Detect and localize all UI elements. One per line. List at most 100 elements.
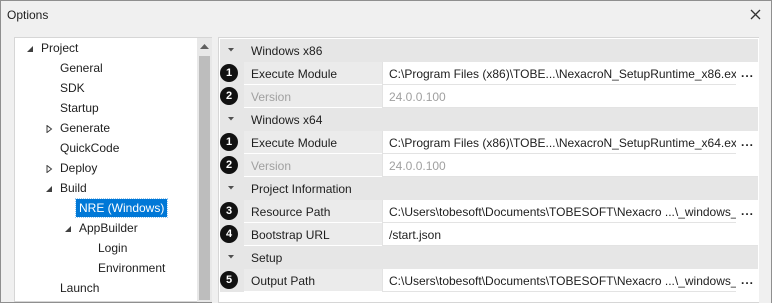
- collapse-arrow-icon[interactable]: [227, 254, 235, 260]
- property-value-text: C:\Users\tobesoft\Documents\TOBESOFT\Nex…: [389, 274, 738, 288]
- options-tree: Project General SDK Startup Generate QuickCod…: [14, 37, 212, 302]
- property-row[interactable]: Version 24.0.0.100: [220, 154, 758, 177]
- property-value[interactable]: C:\Users\tobesoft\Documents\TOBESOFT\Nex…: [382, 269, 758, 292]
- property-name: Execute Module: [244, 62, 382, 85]
- property-row[interactable]: Execute Module C:\Program Files (x86)\TOB…: [220, 62, 758, 85]
- browse-button[interactable]: ...: [736, 200, 758, 223]
- property-value-text: C:\Program Files (x86)\TOBE...\NexacroN_…: [389, 67, 744, 81]
- scroll-up-button[interactable]: [197, 38, 212, 54]
- property-row[interactable]: Execute Module C:\Program Files (x86)\TOB…: [220, 131, 758, 154]
- tree-item-label: NRE (Windows): [74, 198, 169, 218]
- tree-item[interactable]: NRE (Windows): [15, 198, 195, 218]
- callout-number-badge: 2: [220, 87, 238, 105]
- tree-item-label: Project: [41, 41, 79, 55]
- property-group-header[interactable]: Project Information: [220, 177, 758, 200]
- property-grid-scrollbar[interactable]: [759, 37, 771, 303]
- property-row[interactable]: Output Path C:\Users\tobesoft\Documents\T…: [220, 269, 758, 292]
- collapsed-arrow-icon[interactable]: [44, 159, 54, 177]
- window-title: Options: [7, 8, 49, 22]
- tree-item[interactable]: Startup: [15, 99, 195, 117]
- property-name-text: Output Path: [251, 274, 316, 288]
- expanded-arrow-icon[interactable]: [25, 39, 35, 57]
- callout-number-badge: 2: [220, 156, 238, 174]
- scrollbar-thumb[interactable]: [199, 56, 210, 300]
- callout-number-badge: 1: [220, 133, 238, 151]
- property-row[interactable]: Version 24.0.0.100: [220, 85, 758, 108]
- property-name-text: Version: [251, 90, 292, 104]
- tree-item[interactable]: Launch: [15, 279, 195, 297]
- tree-item-label: Environment: [98, 261, 166, 275]
- property-group-label: Setup: [251, 251, 283, 265]
- tree-item-label: SDK: [60, 81, 85, 95]
- tree-item-label: General: [60, 61, 103, 75]
- browse-button[interactable]: ...: [736, 269, 758, 292]
- browse-button-label: ...: [741, 204, 755, 218]
- property-group-label: Windows x86: [251, 44, 323, 58]
- tree-item-label: QuickCode: [60, 141, 120, 155]
- property-name-text: Execute Module: [251, 136, 338, 150]
- property-value[interactable]: C:\Users\tobesoft\Documents\TOBESOFT\Nex…: [382, 200, 758, 223]
- property-name: Execute Module: [244, 131, 382, 154]
- browse-button-label: ...: [741, 66, 755, 80]
- property-value: 24.0.0.100: [382, 154, 758, 177]
- callout-number-badge: 1: [220, 64, 238, 82]
- close-button[interactable]: [745, 4, 767, 26]
- tree-item-label: Login: [98, 241, 128, 255]
- tree-item[interactable]: Build: [15, 179, 195, 197]
- property-row[interactable]: Resource Path C:\Users\tobesoft\Documents…: [220, 200, 758, 223]
- property-group-header[interactable]: Windows x86: [220, 39, 758, 62]
- callout-number-badge: 5: [220, 271, 238, 289]
- tree-item-label: Launch: [60, 281, 100, 295]
- tree-item[interactable]: QuickCode: [15, 139, 195, 157]
- property-group-header[interactable]: Setup: [220, 246, 758, 269]
- property-name-text: Bootstrap URL: [251, 228, 330, 242]
- tree-item[interactable]: AppBuilder: [15, 219, 195, 237]
- property-value-text: C:\Users\tobesoft\Documents\TOBESOFT\Nex…: [389, 205, 738, 219]
- property-value[interactable]: /start.json: [382, 223, 758, 246]
- property-name-text: Resource Path: [251, 205, 331, 219]
- title-bar: Options: [1, 1, 771, 29]
- tree-item-label: Deploy: [60, 161, 98, 175]
- property-value-text: /start.json: [389, 228, 442, 242]
- tree-item[interactable]: Environment: [15, 259, 195, 277]
- tree-item[interactable]: Deploy: [15, 159, 195, 177]
- property-group-label: Windows x64: [251, 113, 323, 127]
- tree-item-label: Startup: [60, 101, 99, 115]
- tree-item-label: AppBuilder: [79, 221, 138, 235]
- browse-button[interactable]: ...: [736, 131, 758, 154]
- callout-number-badge: 4: [220, 225, 238, 243]
- expanded-arrow-icon[interactable]: [63, 219, 73, 237]
- expanded-arrow-icon[interactable]: [44, 179, 54, 197]
- property-value-text: C:\Program Files (x86)\TOBE...\NexacroN_…: [389, 136, 744, 150]
- property-value[interactable]: C:\Program Files (x86)\TOBE...\NexacroN_…: [382, 131, 758, 154]
- tree-item[interactable]: Project: [15, 39, 195, 57]
- property-name-text: Version: [251, 159, 292, 173]
- property-name: Resource Path: [244, 200, 382, 223]
- property-row[interactable]: Bootstrap URL/start.json: [220, 223, 758, 246]
- tree-item[interactable]: Login: [15, 239, 195, 257]
- property-name: Version: [244, 154, 382, 177]
- property-value-text: 24.0.0.100: [389, 90, 446, 104]
- property-name-text: Execute Module: [251, 67, 338, 81]
- property-value-text: 24.0.0.100: [389, 159, 446, 173]
- property-group-header[interactable]: Windows x64: [220, 108, 758, 131]
- tree-item[interactable]: SDK: [15, 79, 195, 97]
- property-group-label: Project Information: [251, 182, 352, 196]
- tree-item-label: Build: [60, 181, 87, 195]
- property-value[interactable]: C:\Program Files (x86)\TOBE...\NexacroN_…: [382, 62, 758, 85]
- callout-number-badge: 3: [220, 202, 238, 220]
- collapse-arrow-icon[interactable]: [227, 116, 235, 122]
- collapse-arrow-icon[interactable]: [227, 185, 235, 191]
- tree-item[interactable]: General: [15, 59, 195, 77]
- tree-item[interactable]: Generate: [15, 119, 195, 137]
- property-name: Version: [244, 85, 382, 108]
- property-value: 24.0.0.100: [382, 85, 758, 108]
- collapsed-arrow-icon[interactable]: [44, 119, 54, 137]
- browse-button[interactable]: ...: [736, 62, 758, 85]
- browse-button-label: ...: [741, 273, 755, 287]
- property-name: Bootstrap URL: [244, 223, 382, 246]
- collapse-arrow-icon[interactable]: [227, 47, 235, 53]
- caret-up-icon: [200, 44, 209, 49]
- tree-scrollbar[interactable]: [197, 38, 212, 302]
- close-icon: [750, 9, 761, 20]
